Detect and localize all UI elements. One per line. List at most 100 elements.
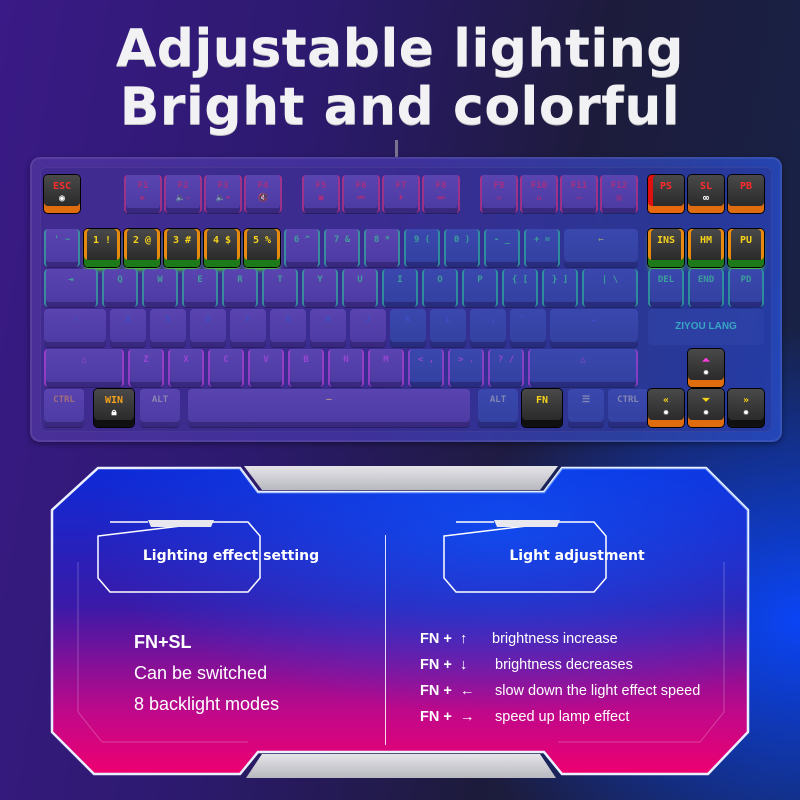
panel-frame — [50, 466, 750, 778]
key-arrow-right[interactable]: » ✹ — [728, 389, 764, 427]
key-4[interactable]: 4 $ — [204, 229, 240, 267]
key-f3[interactable]: F3 🔈+ — [204, 175, 242, 213]
key-f7[interactable]: F7 ⏵ — [382, 175, 420, 213]
key-tab[interactable]: ⇥ — [44, 269, 98, 307]
key-tilde[interactable]: ' ~ — [44, 229, 80, 267]
key-ctrl-left[interactable]: CTRL — [44, 389, 84, 427]
light-adjustment-title: Light adjustment — [509, 548, 645, 564]
arrow-up-icon: ↑ — [460, 631, 468, 647]
key-ctrl-right[interactable]: CTRL — [608, 389, 648, 427]
key-bracket-right[interactable]: } ] — [542, 269, 578, 307]
key-m[interactable]: M — [368, 349, 404, 387]
key-9[interactable]: 9 ( — [404, 229, 440, 267]
key-i[interactable]: I — [382, 269, 418, 307]
key-j[interactable]: J — [350, 309, 386, 347]
key-alt-right[interactable]: ALT — [478, 389, 518, 427]
key-arrow-up[interactable]: ⏶ ✹ — [688, 349, 724, 387]
key-f[interactable]: F — [230, 309, 266, 347]
key-7[interactable]: 7 & — [324, 229, 360, 267]
key-c[interactable]: C — [208, 349, 244, 387]
key-backslash[interactable]: | \ — [582, 269, 638, 307]
key-h[interactable]: H — [310, 309, 346, 347]
key-menu[interactable]: ☰ — [568, 389, 604, 427]
key-bracket-left[interactable]: { [ — [502, 269, 538, 307]
key-pb[interactable]: PB — [728, 175, 764, 213]
key-v[interactable]: V — [248, 349, 284, 387]
key-shift-right[interactable]: △ — [528, 349, 638, 387]
description-line: 8 backlight modes — [134, 694, 280, 714]
key-minus[interactable]: - _ — [484, 229, 520, 267]
arrow-down-icon: ↓ — [460, 657, 468, 673]
key-f11[interactable]: F11 ▭ — [560, 175, 598, 213]
key-f9[interactable]: F9 ✉ — [480, 175, 518, 213]
light-adjustment-list: FN + ↑ brightness increase FN + ↓ bright… — [420, 626, 700, 730]
key-g[interactable]: G — [270, 309, 306, 347]
key-caps[interactable]: ⇪ — [44, 309, 106, 347]
key-5[interactable]: 5 % — [244, 229, 280, 267]
key-z[interactable]: Z — [128, 349, 164, 387]
key-ins[interactable]: INS — [648, 229, 684, 267]
key-k[interactable]: K — [390, 309, 426, 347]
key-d[interactable]: D — [190, 309, 226, 347]
key-period[interactable]: > . — [448, 349, 484, 387]
brightness-icon: ✹ — [662, 407, 670, 418]
key-t[interactable]: T — [262, 269, 298, 307]
key-hm[interactable]: HM — [688, 229, 724, 267]
key-sl[interactable]: SL ∞ — [688, 175, 724, 213]
key-alt-left[interactable]: ALT — [140, 389, 180, 427]
key-l[interactable]: L — [430, 309, 466, 347]
key-r[interactable]: R — [222, 269, 258, 307]
key-u[interactable]: U — [342, 269, 378, 307]
headline-line-2: Bright and colorful — [119, 77, 681, 137]
list-item: FN + ↓ brightness decreases — [420, 652, 700, 678]
key-f1[interactable]: F1 ▶ — [124, 175, 162, 213]
key-shift-left[interactable]: △ — [44, 349, 124, 387]
key-b[interactable]: B — [288, 349, 324, 387]
list-item: FN + ← slow down the light effect speed — [420, 678, 700, 704]
key-8[interactable]: 8 * — [364, 229, 400, 267]
key-arrow-down[interactable]: ⏷ ✹ — [688, 389, 724, 427]
key-del[interactable]: DEL — [648, 269, 684, 307]
key-s[interactable]: S — [150, 309, 186, 347]
key-2[interactable]: 2 @ — [124, 229, 160, 267]
key-0[interactable]: 0 ) — [444, 229, 480, 267]
key-w[interactable]: W — [142, 269, 178, 307]
key-quote[interactable]: " ' — [510, 309, 546, 347]
key-ps[interactable]: PS — [648, 175, 684, 213]
key-arrow-left[interactable]: «✹ — [648, 389, 684, 427]
key-esc[interactable]: ESC ◉ — [44, 175, 80, 213]
bottom-tab — [246, 754, 556, 778]
key-f12[interactable]: F12 ▤ — [600, 175, 638, 213]
key-end[interactable]: END — [688, 269, 724, 307]
key-f2[interactable]: F2 🔈- — [164, 175, 202, 213]
key-1[interactable]: 1 ! — [84, 229, 120, 267]
key-f10[interactable]: F10 ⌂ — [520, 175, 558, 213]
brightness-icon: ✹ — [742, 407, 750, 418]
key-pd[interactable]: PD — [728, 269, 764, 307]
key-pu[interactable]: PU — [728, 229, 764, 267]
key-6[interactable]: 6 ^ — [284, 229, 320, 267]
key-p[interactable]: P — [462, 269, 498, 307]
key-f4[interactable]: F4 🔇 — [244, 175, 282, 213]
key-enter[interactable]: ↵ — [550, 309, 638, 347]
key-backspace[interactable]: ← — [564, 229, 638, 267]
key-f5[interactable]: F5 ■ — [302, 175, 340, 213]
keyboard: ESC ◉ F1 ▶ F2 🔈- F3 🔈+ F4 🔇 F5 ■ F6 ⏮ F7 ⏵ F8 ⏭ … — [30, 157, 782, 442]
key-win[interactable]: WIN 🔒︎ — [94, 389, 134, 427]
key-fn[interactable]: FN — [522, 389, 562, 427]
key-x[interactable]: X — [168, 349, 204, 387]
key-q[interactable]: Q — [102, 269, 138, 307]
key-space[interactable]: — — [188, 389, 470, 427]
key-3[interactable]: 3 # — [164, 229, 200, 267]
key-semicolon[interactable]: : ; — [470, 309, 506, 347]
key-f8[interactable]: F8 ⏭ — [422, 175, 460, 213]
key-n[interactable]: N — [328, 349, 364, 387]
key-e[interactable]: E — [182, 269, 218, 307]
key-comma[interactable]: < , — [408, 349, 444, 387]
key-y[interactable]: Y — [302, 269, 338, 307]
key-slash[interactable]: ? / — [488, 349, 524, 387]
key-a[interactable]: A — [110, 309, 146, 347]
key-o[interactable]: O — [422, 269, 458, 307]
key-equals[interactable]: + = — [524, 229, 560, 267]
key-f6[interactable]: F6 ⏮ — [342, 175, 380, 213]
